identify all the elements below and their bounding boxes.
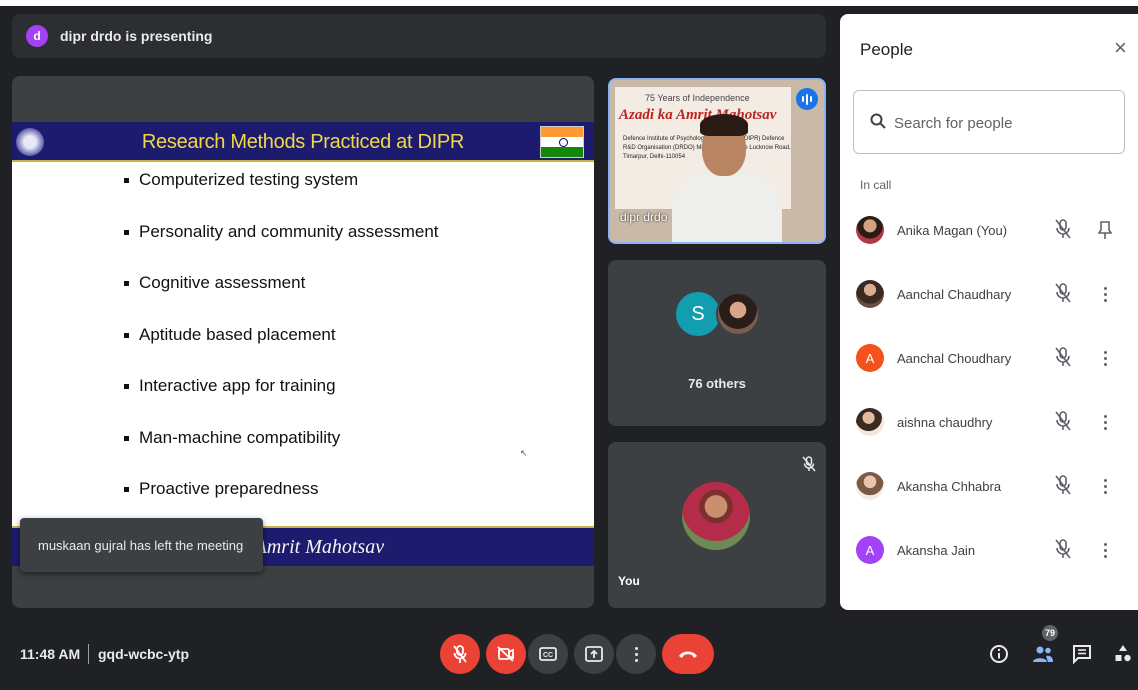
presenter-hair (700, 114, 748, 136)
participant-avatar: A (856, 344, 884, 372)
search-box[interactable] (853, 90, 1125, 154)
participant-row[interactable]: A Aanchal Choudhary (840, 338, 1138, 402)
mic-off-icon (1055, 475, 1071, 495)
activities-icon (1115, 645, 1131, 662)
presenting-text: dipr drdo is presenting (60, 28, 213, 44)
mic-off-icon (453, 645, 467, 663)
participant-list: Anika Magan (You) Aanchal Chaudhary A Aa… (840, 210, 1138, 594)
slide-bullet: Personality and community assessment (124, 222, 439, 274)
participant-row[interactable]: A Akansha Jain (840, 530, 1138, 594)
more-options-icon[interactable] (1096, 411, 1114, 433)
more-options-icon[interactable] (1096, 347, 1114, 369)
pointer-cursor-icon: ↖ (520, 448, 528, 458)
banner-top-text: 75 Years of Independence (645, 93, 750, 103)
camera-off-icon (497, 646, 514, 662)
search-icon (870, 113, 886, 129)
participant-name: Akansha Chhabra (897, 479, 1002, 494)
people-count-badge: 79 (1042, 625, 1058, 641)
presenter-video-tile[interactable]: 75 Years of Independence Azadi ka Amrit … (608, 78, 826, 244)
panel-title: People (860, 40, 913, 59)
participant-avatar (856, 408, 884, 436)
self-video-tile[interactable]: You (608, 442, 826, 608)
slide-bullet: Man-machine compatibility (124, 428, 439, 480)
people-panel: People × In call Anika Magan (You) Aanch… (840, 14, 1138, 610)
participant-avatar (856, 280, 884, 308)
participant-avatar: A (856, 536, 884, 564)
presenting-banner: d dipr drdo is presenting (12, 14, 826, 58)
participant-row[interactable]: Anika Magan (You) (840, 210, 1138, 274)
mic-off-icon (802, 456, 816, 472)
meeting-details-button[interactable] (986, 640, 1012, 668)
slide-bullets: Computerized testing system Personality … (124, 170, 439, 531)
leave-call-button[interactable] (662, 634, 714, 674)
present-now-button[interactable] (574, 634, 614, 674)
slide-bullet: Cognitive assessment (124, 273, 439, 325)
more-vert-icon (634, 646, 638, 662)
participant-name: aishna chaudhry (897, 415, 993, 430)
chat-icon (1073, 645, 1091, 664)
participant-photo-avatar (716, 292, 760, 336)
meeting-code: gqd-wcbc-ytp (98, 646, 189, 662)
more-options-icon[interactable] (1096, 539, 1114, 561)
people-icon (1033, 646, 1053, 662)
others-count-label: 76 others (688, 376, 746, 391)
participant-name: Akansha Jain (897, 543, 976, 558)
mic-off-icon (1055, 283, 1071, 303)
participant-avatar (856, 216, 884, 244)
self-label: You (618, 574, 640, 588)
slide: Research Methods Practiced at DIPR Compu… (12, 122, 594, 566)
india-flag-icon (540, 126, 584, 158)
mic-off-icon (1055, 411, 1071, 431)
participant-row[interactable]: aishna chaudhry (840, 402, 1138, 466)
mic-off-icon (1055, 539, 1071, 559)
hang-up-icon (679, 651, 697, 658)
presenter-name: dipr drdo (620, 210, 668, 224)
camera-toggle-button[interactable] (486, 634, 526, 674)
search-input[interactable] (894, 109, 1114, 137)
captions-button[interactable]: CC (528, 634, 568, 674)
info-icon (990, 645, 1008, 663)
close-icon[interactable]: × (1114, 37, 1127, 59)
drdo-emblem-icon (16, 128, 44, 156)
others-tile[interactable]: S 76 others (608, 260, 826, 426)
more-options-icon[interactable] (1096, 283, 1114, 305)
presenter-body (672, 172, 782, 242)
banner-main-text: Azadi ka Amrit Mahotsav (619, 107, 777, 123)
participant-row[interactable]: Aanchal Chaudhary (840, 274, 1138, 338)
in-call-section-label: In call (860, 178, 892, 192)
activities-button[interactable] (1110, 640, 1136, 668)
slide-bullet: Aptitude based placement (124, 325, 439, 377)
participant-name: Aanchal Choudhary (897, 351, 1012, 366)
participant-name: Aanchal Chaudhary (897, 287, 1012, 302)
slide-bullet: Computerized testing system (124, 170, 439, 222)
slide-bullet: Interactive app for training (124, 376, 439, 428)
meeting-time: 11:48 AM (20, 646, 81, 662)
chat-button[interactable] (1069, 640, 1095, 668)
mic-off-icon (1055, 219, 1071, 239)
participant-row[interactable]: Akansha Chhabra (840, 466, 1138, 530)
participant-name: Anika Magan (You) (897, 223, 1008, 238)
slide-header: Research Methods Practiced at DIPR (12, 122, 594, 162)
present-screen-icon (585, 646, 603, 662)
presenter-avatar: d (26, 25, 48, 47)
toast-text: muskaan gujral has left the meeting (38, 537, 244, 553)
microphone-toggle-button[interactable] (440, 634, 480, 674)
more-options-icon[interactable] (1096, 475, 1114, 497)
speaking-indicator-icon (796, 88, 818, 110)
more-options-button[interactable] (616, 634, 656, 674)
leave-notification-toast: muskaan gujral has left the meeting (20, 518, 263, 572)
pin-icon[interactable] (1096, 219, 1114, 241)
participant-avatar-s: S (676, 292, 720, 336)
people-button[interactable] (1030, 640, 1056, 668)
svg-text:CC: CC (543, 652, 553, 659)
top-edge (0, 0, 1138, 6)
mic-off-icon (1055, 347, 1071, 367)
participant-avatar (856, 472, 884, 500)
divider (88, 644, 89, 664)
slide-title: Research Methods Practiced at DIPR (141, 131, 465, 153)
captions-icon: CC (539, 647, 557, 661)
self-avatar (682, 482, 750, 550)
